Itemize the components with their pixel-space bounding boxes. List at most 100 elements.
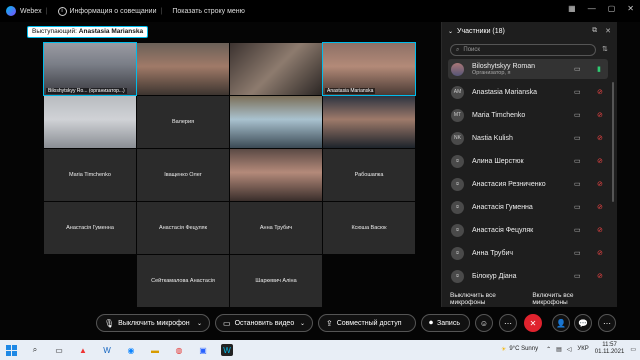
video-status-icon[interactable]: ▭ [574,157,581,165]
edge-browser-icon[interactable]: ◉ [125,344,137,356]
minimize-icon[interactable]: — [588,4,596,13]
share-button[interactable]: ⇪ Совместный доступ [318,314,416,332]
chrome-browser-icon[interactable]: ◍ [173,344,185,356]
stop-video-button[interactable]: ▭ Остановить видео ⌄ [215,314,313,332]
video-status-icon[interactable]: ▭ [574,249,581,257]
microphone-muted-icon[interactable]: ⊘ [597,88,603,96]
windows-taskbar: ⌕ ▭ ▲ W ◉ ▬ ◍ ▣ W ☀ 9°C Sunny ⌃ ▤ ◁ УКР … [0,340,640,360]
network-icon[interactable]: ▤ [556,346,562,353]
participant-video-tile[interactable] [137,43,229,95]
participant-video-tile[interactable]: Рабошапка [323,149,415,201]
show-menu-label: Показать строку меню [172,7,245,15]
participant-search-input[interactable]: ⌕ Поиск [450,44,596,56]
participant-row[interactable]: ⍝ Анастасія Гуменна ▭ ⊘ [448,197,608,217]
start-windows-icon[interactable] [6,344,17,356]
participant-video-tile[interactable]: Іващенко Олег [137,149,229,201]
video-status-icon[interactable]: ▭ [574,111,581,119]
search-icon[interactable]: ⌕ [29,344,41,356]
participant-name: Nastia Kulish [472,134,513,142]
tray-arrow-icon[interactable]: ⌃ [546,346,551,353]
microphone-muted-icon[interactable]: ⊘ [597,134,603,142]
video-status-icon[interactable]: ▭ [574,65,581,73]
language-indicator[interactable]: УКР [577,346,588,352]
video-status-icon[interactable]: ▭ [574,180,581,188]
word-icon[interactable]: W [101,344,113,356]
pdf-reader-icon[interactable]: ▲ [77,344,89,356]
weather-text[interactable]: 9°C Sunny [509,346,538,352]
volume-icon[interactable]: ◁ [567,346,572,353]
video-dropdown-icon[interactable]: ⌄ [300,320,305,327]
notifications-icon[interactable]: ▭ [630,346,636,353]
more-options-button[interactable]: ⋯ [499,314,517,332]
webex-taskbar-icon[interactable]: W [221,344,233,356]
panel-close-icon[interactable]: ✕ [605,27,611,35]
mute-all-button[interactable]: Выключить все микрофоны [450,292,532,306]
leave-meeting-button[interactable]: ✕ [524,314,542,332]
microphone-on-icon[interactable]: ▮ [597,65,601,73]
participant-video-tile[interactable]: Шаркевич Аліна [230,255,322,307]
title-separator: | [160,7,163,15]
microphone-muted-icon[interactable]: ⊘ [597,180,603,188]
participant-video-tile[interactable]: Анастасія Фецуляк [137,202,229,254]
participant-name: Анастасія Гуменна [472,203,533,211]
record-button[interactable]: ⏺ Запись [421,314,470,332]
participant-name-block: Biloshytskyy Roman Организатор, я [464,63,535,76]
participant-row[interactable]: ⍝ Білокур Діана ▭ ⊘ [448,266,608,286]
participant-video-tile[interactable]: Maria Timchenko [44,149,136,201]
clock[interactable]: 11:57 01.11.2021 [595,342,625,356]
microphone-muted-icon[interactable]: ⊘ [597,226,603,234]
maximize-icon[interactable]: ▢ [608,4,616,13]
participant-list-scrollbar[interactable] [612,82,614,202]
collapse-chevron-icon[interactable]: ⌄ [448,28,453,35]
participant-video-tile[interactable]: Анна Трубич [230,202,322,254]
participants-toggle-button[interactable]: 👤 [552,314,570,332]
layout-icon[interactable]: ▦ [568,4,576,13]
chat-toggle-button[interactable]: 💬 [574,314,592,332]
microphone-muted-icon[interactable]: ⊘ [597,157,603,165]
participant-video-tile[interactable] [230,43,322,95]
participant-video-tile[interactable]: Anastasia Marianska [322,42,416,96]
video-status-icon[interactable]: ▭ [574,272,581,280]
panel-more-button[interactable]: ⋯ [598,314,616,332]
unmute-all-button[interactable]: Включить все микрофоны [532,292,610,306]
participant-video-tile[interactable] [230,96,322,148]
popout-icon[interactable]: ⧉ [592,27,597,35]
store-icon[interactable]: ▣ [197,344,209,356]
participant-row[interactable]: AM Anastasia Marianska ▭ ⊘ [448,82,608,102]
file-explorer-icon[interactable]: ▬ [149,344,161,356]
mute-button[interactable]: 🎙 Выключить микрофон ⌄ [96,314,210,332]
mute-dropdown-icon[interactable]: ⌄ [197,320,202,327]
sort-icon[interactable]: ⇅ [602,45,608,53]
participant-video-tile[interactable] [230,149,322,201]
microphone-muted-icon[interactable]: ⊘ [597,203,603,211]
participant-row[interactable]: ⍝ Анна Трубич ▭ ⊘ [448,243,608,263]
participant-video-tile[interactable]: Сейткамалова Анастасія [137,255,229,307]
participant-video-tile[interactable] [44,96,136,148]
task-view-icon[interactable]: ▭ [53,344,65,356]
participant-row[interactable]: ⍝ Анастасия Резниченко ▭ ⊘ [448,174,608,194]
participant-tile-name: Рабошапка [354,172,384,178]
reactions-button[interactable]: ☺ [475,314,493,332]
participant-row[interactable]: ⍝ Анастасія Фецуляк ▭ ⊘ [448,220,608,240]
clock-date: 01.11.2021 [594,349,625,355]
participant-video-tile[interactable]: Ксюша Васюк [323,202,415,254]
participant-row[interactable]: NK Nastia Kulish ▭ ⊘ [448,128,608,148]
microphone-muted-icon[interactable]: ⊘ [597,111,603,119]
participant-row[interactable]: MT Maria Timchenko ▭ ⊘ [448,105,608,125]
meeting-info-button[interactable]: i Информация о совещании [57,6,156,16]
participant-video-tile[interactable]: Валерия [137,96,229,148]
search-placeholder: Поиск [463,47,481,53]
show-menu-button[interactable]: Показать строку меню [172,8,245,15]
microphone-muted-icon[interactable]: ⊘ [597,249,603,257]
close-icon[interactable]: ✕ [627,4,634,13]
participant-video-tile[interactable] [323,96,415,148]
video-status-icon[interactable]: ▭ [574,88,581,96]
participant-row[interactable]: Biloshytskyy Roman Организатор, я ▭ ▮ [448,59,608,79]
video-status-icon[interactable]: ▭ [574,134,581,142]
video-status-icon[interactable]: ▭ [574,226,581,234]
participant-video-tile[interactable]: Biloshytskyy Ro... (организатор...) [43,42,137,96]
participant-video-tile[interactable]: Анастасія Гуменна [44,202,136,254]
video-status-icon[interactable]: ▭ [574,203,581,211]
microphone-muted-icon[interactable]: ⊘ [597,272,603,280]
participant-row[interactable]: ⍝ Алина Шерстюк ▭ ⊘ [448,151,608,171]
